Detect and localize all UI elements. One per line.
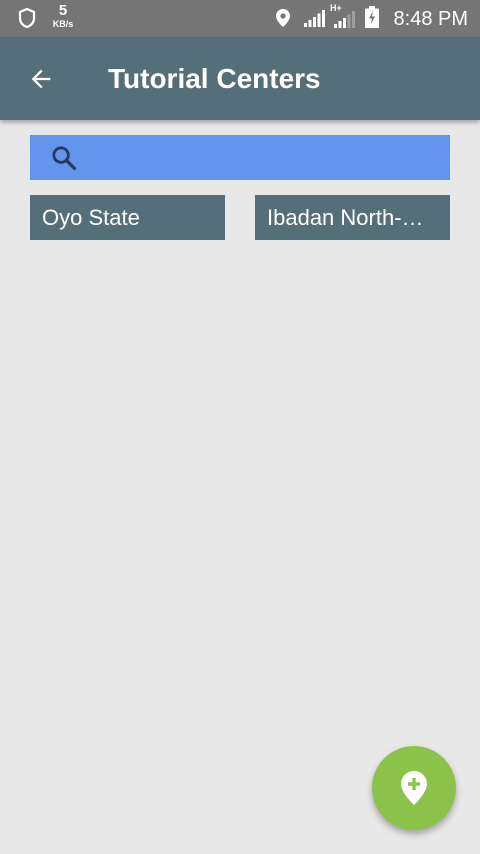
back-button[interactable] — [20, 58, 62, 100]
add-location-icon — [401, 771, 427, 805]
location-icon — [276, 9, 290, 27]
network-speed-unit: KB/s — [52, 19, 74, 29]
mobile-data-indicator: H+ — [330, 4, 356, 28]
state-filter-button[interactable]: Oyo State — [30, 195, 225, 240]
search-input[interactable] — [92, 135, 446, 182]
lga-filter-button[interactable]: Ibadan North-East — [255, 195, 450, 240]
signal-strength-icon — [304, 10, 325, 27]
battery-charging-icon — [365, 6, 379, 28]
status-time: 8:48 PM — [393, 8, 468, 30]
network-speed-value: 5 — [58, 2, 68, 19]
shield-icon — [18, 7, 36, 29]
app-bar: Tutorial Centers — [0, 37, 480, 120]
status-bar: 5 KB/s H+ 8:48 PM — [0, 0, 480, 37]
arrow-back-icon — [31, 69, 51, 89]
network-speed: 5 KB/s — [50, 3, 76, 29]
search-bar[interactable] — [30, 135, 450, 182]
add-location-button[interactable] — [372, 746, 456, 830]
search-icon[interactable] — [50, 144, 78, 172]
page-title: Tutorial Centers — [108, 63, 321, 94]
mobile-signal-icon — [334, 11, 355, 28]
